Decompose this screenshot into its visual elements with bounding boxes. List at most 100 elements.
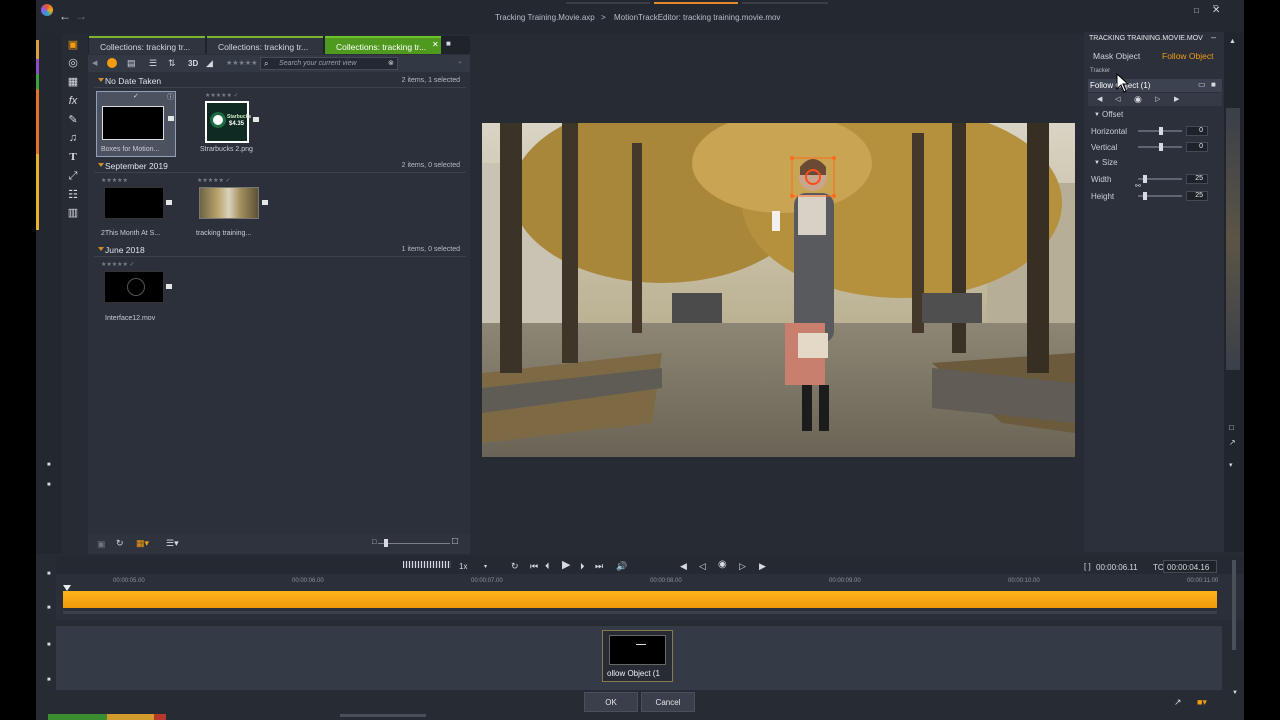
strip-collapse-icon[interactable]: ▲ xyxy=(1229,37,1236,47)
height-knob[interactable] xyxy=(1143,192,1147,200)
title-text-icon[interactable]: T xyxy=(66,150,80,164)
rating-stars[interactable]: ★★★★★ xyxy=(101,177,128,184)
undo-icon[interactable]: ← xyxy=(59,10,71,22)
object-screen-icon[interactable]: ▭ xyxy=(1198,80,1206,90)
track-marker-icon[interactable]: ■ xyxy=(47,460,51,470)
track-marker-icon[interactable]: ■ xyxy=(47,640,51,650)
width-knob[interactable] xyxy=(1143,175,1147,183)
color-swatch-icon[interactable]: ■▾ xyxy=(1197,697,1207,707)
play-icon[interactable]: ▶ xyxy=(562,560,570,571)
panel-add-icon[interactable]: + xyxy=(458,59,462,69)
panel-minimize-icon[interactable]: – xyxy=(1211,32,1216,42)
video-preview[interactable] xyxy=(482,123,1075,457)
search-input[interactable]: Search your current view xyxy=(260,57,398,70)
effects-icon[interactable]: fx xyxy=(66,94,80,108)
list-options-icon[interactable]: ☰▾ xyxy=(166,538,179,548)
vertical-field[interactable]: 0 xyxy=(1186,142,1208,152)
rating-filter[interactable]: ★★★★★ xyxy=(226,59,257,67)
footer-scrollbar[interactable] xyxy=(340,714,426,717)
library-icon[interactable]: ▣ xyxy=(66,38,80,52)
go-end-icon[interactable]: ⏭ xyxy=(595,561,603,571)
grid-view-icon[interactable]: ▦▾ xyxy=(136,538,149,548)
tab-collection-3[interactable]: Collections: tracking tr... xyxy=(325,36,441,54)
size-collapse-icon[interactable]: ▼ xyxy=(1094,158,1100,168)
cancel-button[interactable]: Cancel xyxy=(641,692,695,712)
tag-icon[interactable]: ◢ xyxy=(206,58,213,68)
horizontal-field[interactable]: 0 xyxy=(1186,126,1208,136)
tab-collection-1[interactable]: Collections: tracking tr... xyxy=(89,36,205,54)
filter-icon[interactable] xyxy=(107,58,117,68)
tracking-clip-bar[interactable] xyxy=(63,591,1217,608)
strip-icon[interactable]: ▾ xyxy=(1229,461,1233,471)
thumbnail-size-slider[interactable] xyxy=(378,543,450,544)
strip-icon[interactable]: ↗ xyxy=(1229,438,1236,448)
media-thumbnail[interactable] xyxy=(104,187,164,219)
object-delete-icon[interactable]: ■ xyxy=(1211,80,1216,90)
track-first-icon[interactable]: ◀ xyxy=(1097,95,1102,105)
vertical-scrollbar[interactable] xyxy=(1232,560,1236,650)
volume-icon[interactable]: 🔊 xyxy=(616,561,627,571)
height-field[interactable]: 25 xyxy=(1186,191,1208,201)
group-header-september-2019[interactable]: September 2019 2 items, 0 selected xyxy=(94,161,466,173)
small-thumb-icon[interactable]: □ xyxy=(372,538,376,548)
speed-value[interactable]: 1x xyxy=(459,562,467,572)
step-forward-icon[interactable]: ⏵ xyxy=(580,561,585,571)
sort-icon[interactable]: ⇅ xyxy=(168,58,176,68)
music-icon[interactable]: ♫ xyxy=(66,131,80,145)
speed-dropdown-icon[interactable]: ▾ xyxy=(484,562,487,572)
collapse-arrow-icon[interactable] xyxy=(98,78,104,82)
media-icon[interactable]: ▦ xyxy=(66,75,80,89)
object-keyframe-clip[interactable]: ollow Object (1 xyxy=(602,630,673,682)
keyframe-target-icon[interactable]: ◉ xyxy=(718,560,727,570)
tab-follow-object[interactable]: Follow Object xyxy=(1162,51,1214,61)
media-thumbnail-tracking[interactable] xyxy=(199,187,259,219)
key-forward-icon[interactable]: ▷ xyxy=(739,561,746,571)
3d-filter-button[interactable]: 3D xyxy=(188,59,198,68)
next-keyframe-icon[interactable]: ▶ xyxy=(759,561,766,571)
tab-add-icon[interactable]: ■ xyxy=(446,39,451,49)
back-icon[interactable]: ◀ xyxy=(92,59,97,69)
folder-icon[interactable]: ▤ xyxy=(127,58,136,68)
tab-mask-object[interactable]: Mask Object xyxy=(1093,51,1140,61)
collapse-arrow-icon[interactable] xyxy=(98,163,104,167)
rating-stars[interactable]: ★★★★★ ✓ xyxy=(205,92,239,99)
rating-stars[interactable]: ★★★★★ ✓ xyxy=(101,261,135,268)
go-start-icon[interactable]: ⏮ xyxy=(530,561,538,571)
collapse-arrow-icon[interactable] xyxy=(98,247,104,251)
track-forward-icon[interactable]: ▷ xyxy=(1155,95,1160,105)
track-target-icon[interactable]: ◉ xyxy=(1134,94,1142,104)
close-icon[interactable]: ✕ xyxy=(1212,6,1220,16)
track-marker-icon[interactable]: ■ xyxy=(47,480,51,490)
horizontal-knob[interactable] xyxy=(1159,127,1163,135)
brush-icon[interactable]: ✎ xyxy=(66,113,80,127)
redo-icon[interactable]: → xyxy=(75,10,87,22)
link-icon[interactable]: ⚯ xyxy=(1135,182,1141,192)
prev-keyframe-icon[interactable]: ◀ xyxy=(680,561,687,571)
group-header-no-date[interactable]: No Date Taken 2 items, 1 selected xyxy=(94,76,466,88)
breadcrumb-editor[interactable]: MotionTrackEditor: tracking training.mov… xyxy=(614,13,780,22)
ok-button[interactable]: OK xyxy=(584,692,638,712)
search-clear-icon[interactable]: ⊗ xyxy=(388,59,394,69)
group-header-june-2018[interactable]: June 2018 1 items, 0 selected xyxy=(94,245,466,257)
width-field[interactable]: 25 xyxy=(1186,174,1208,184)
media-item-selected[interactable]: ✓ ⓘ Boxes for Motion... xyxy=(96,91,176,157)
breadcrumb-project[interactable]: Tracking Training.Movie.axp xyxy=(495,13,595,22)
stack-icon[interactable]: ☷ xyxy=(66,188,80,202)
step-back-icon[interactable]: ⏴ xyxy=(545,561,550,571)
list-view-icon[interactable]: ☰ xyxy=(149,58,157,68)
rating-stars[interactable]: ★★★★★ ✓ xyxy=(197,177,231,184)
disc-icon[interactable]: ◎ xyxy=(66,56,80,70)
tab-close-icon[interactable]: ✕ xyxy=(432,40,439,50)
sync-icon[interactable]: ↻ xyxy=(116,538,124,548)
large-thumb-icon[interactable]: □ xyxy=(452,537,458,547)
delete-icon[interactable]: ▣ xyxy=(97,539,106,549)
transform-icon[interactable]: ⤢ xyxy=(66,169,80,183)
loop-icon[interactable]: ↻ xyxy=(511,561,519,571)
track-last-icon[interactable]: ▶ xyxy=(1174,95,1179,105)
film-icon[interactable]: ▥ xyxy=(66,206,80,220)
thumbnail-size-knob[interactable] xyxy=(384,539,388,547)
strip-icon[interactable]: □ xyxy=(1229,423,1234,433)
track-marker-icon[interactable]: ■ xyxy=(47,569,51,579)
track-marker-icon[interactable]: ■ xyxy=(47,603,51,613)
info-icon[interactable]: ⓘ xyxy=(167,93,174,103)
